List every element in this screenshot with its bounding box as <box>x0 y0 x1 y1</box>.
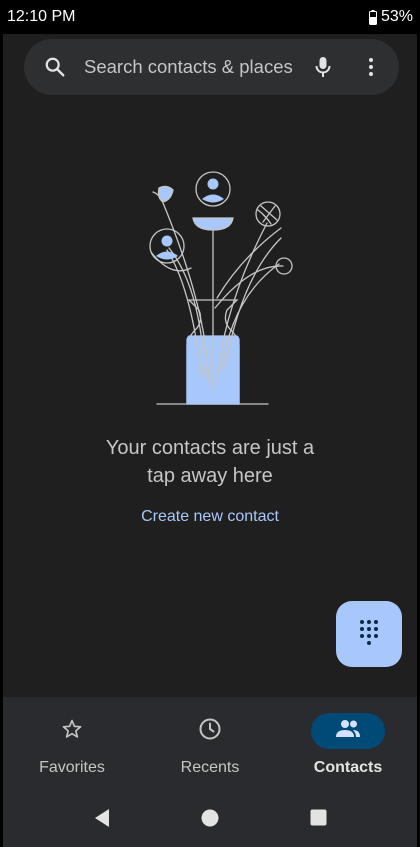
nav-recents-label: Recents <box>180 759 240 776</box>
nav-favorites-label: Favorites <box>39 759 105 776</box>
status-time: 12:10 PM <box>7 8 76 25</box>
nav-recents-pill <box>173 713 247 749</box>
empty-state-illustration <box>131 168 301 410</box>
dialpad-icon <box>358 619 380 650</box>
recent-apps-square-icon <box>310 809 327 831</box>
empty-state-line-2: tap away here <box>147 465 273 487</box>
status-right: 53% <box>368 8 413 26</box>
search-input[interactable]: Search contacts & places <box>84 56 311 78</box>
nav-favorites-pill <box>35 713 109 749</box>
status-bar: 12:10 PM 53% <box>3 0 417 34</box>
nav-favorites[interactable]: Favorites <box>3 697 141 793</box>
create-new-contact-link[interactable]: Create new contact <box>3 508 417 526</box>
search-bar[interactable]: Search contacts & places <box>24 39 399 95</box>
search-icon[interactable] <box>43 55 67 79</box>
back-triangle-icon <box>93 808 111 833</box>
battery-percent: 53% <box>380 8 413 25</box>
empty-state-message: Your contacts are just a tap away here <box>3 434 417 490</box>
system-navigation-bar <box>3 793 417 847</box>
back-button[interactable] <box>48 793 156 847</box>
more-options-icon[interactable] <box>359 55 383 79</box>
clock-icon <box>198 717 222 746</box>
recent-apps-button[interactable] <box>264 793 372 847</box>
nav-contacts[interactable]: Contacts <box>279 697 417 793</box>
contacts-screen: 12:10 PM 53% Search contacts & places Yo… <box>0 0 420 847</box>
microphone-icon[interactable] <box>311 55 335 79</box>
dialpad-button[interactable] <box>336 601 402 667</box>
bottom-navigation: Favorites Recents Contacts <box>3 697 417 793</box>
star-icon <box>61 718 83 745</box>
people-icon <box>334 719 362 744</box>
nav-recents[interactable]: Recents <box>141 697 279 793</box>
nav-contacts-label: Contacts <box>313 759 383 776</box>
home-button[interactable] <box>156 793 264 847</box>
empty-state-line-1: Your contacts are just a <box>105 437 315 459</box>
nav-contacts-pill <box>311 713 385 749</box>
home-circle-icon <box>201 809 219 832</box>
battery-icon <box>368 9 377 25</box>
